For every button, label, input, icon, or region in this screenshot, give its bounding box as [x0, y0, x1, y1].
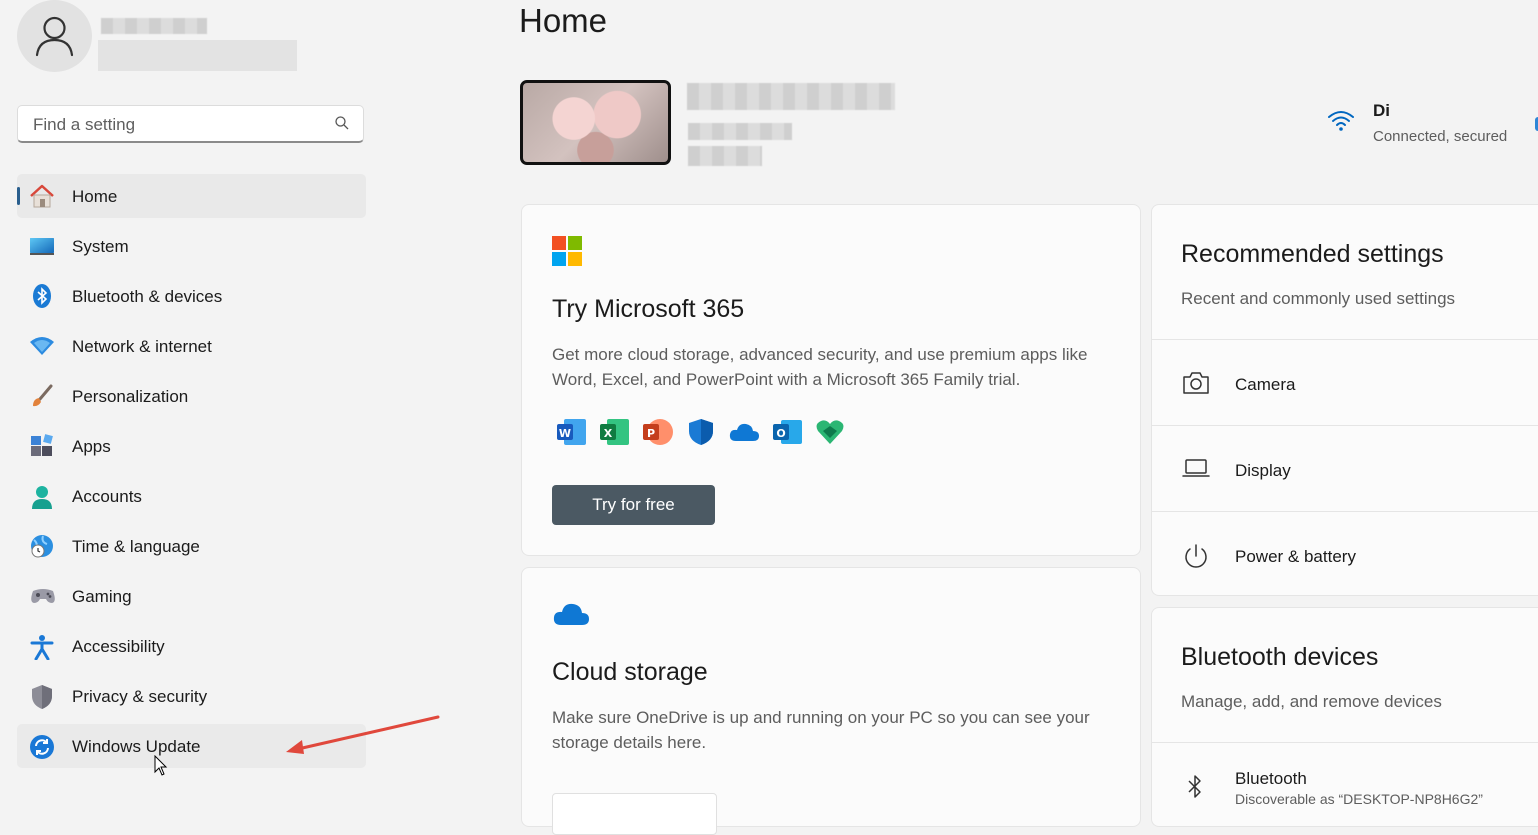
svg-text:O: O — [776, 427, 785, 440]
sync-icon — [29, 734, 54, 759]
family-icon — [816, 420, 844, 444]
annotation-arrow — [286, 715, 440, 754]
mouse-cursor-icon — [154, 755, 168, 776]
device-rename-redacted — [688, 146, 762, 166]
sidebar-item-label: System — [72, 237, 129, 256]
sidebar-item-network-internet[interactable]: Network & internet — [17, 324, 366, 368]
bluetooth-icon — [1185, 773, 1205, 806]
sidebar-item-label: Network & internet — [72, 337, 212, 356]
card-title: Recommended settings — [1181, 240, 1444, 268]
display-icon — [1182, 457, 1210, 484]
wifi-diamond-icon — [29, 334, 54, 358]
recommended-item-display[interactable]: Display — [1152, 425, 1538, 511]
word-icon: W — [557, 419, 586, 445]
sidebar-item-bluetooth-devices[interactable]: Bluetooth & devices — [17, 274, 366, 318]
sidebar-item-label: Gaming — [72, 587, 132, 606]
powerpoint-icon: P — [643, 419, 673, 445]
device-model-redacted — [688, 123, 792, 140]
card-title: Try Microsoft 365 — [552, 295, 745, 323]
card-subtitle: Manage, add, and remove devices — [1181, 692, 1442, 711]
apps-icon — [29, 434, 53, 458]
user-avatar[interactable] — [17, 0, 92, 72]
bluetooth-icon — [29, 284, 53, 308]
sidebar-item-accounts[interactable]: Accounts — [17, 474, 366, 518]
accessibility-icon — [29, 634, 54, 661]
sidebar-item-apps[interactable]: Apps — [17, 424, 366, 468]
bluetooth-toggle-row[interactable]: Bluetooth Discoverable as “DESKTOP-NP8H6… — [1152, 742, 1538, 828]
selected-indicator — [17, 187, 20, 205]
camera-icon — [1182, 371, 1210, 400]
bluetooth-devices-card: Bluetooth devices Manage, add, and remov… — [1151, 607, 1538, 827]
cloud-storage-action-button[interactable] — [552, 793, 717, 835]
sidebar-item-label: Accounts — [72, 487, 142, 506]
search-box[interactable] — [17, 105, 364, 144]
outlook-icon: O — [773, 420, 802, 444]
card-description: Get more cloud storage, advanced securit… — [552, 345, 1088, 389]
user-name-redacted — [101, 18, 207, 34]
sidebar-item-time-language[interactable]: Time & language — [17, 524, 366, 568]
sidebar-item-label: Accessibility — [72, 637, 165, 656]
defender-icon — [689, 419, 713, 445]
globe-clock-icon — [29, 534, 53, 558]
sidebar-item-label: Personalization — [72, 387, 189, 406]
excel-icon: X — [600, 419, 629, 445]
account-icon — [29, 484, 53, 509]
sidebar-item-label: Home — [72, 187, 118, 206]
cloud-storage-card: Cloud storage Make sure OneDrive is up a… — [521, 567, 1141, 835]
sidebar-item-gaming[interactable]: Gaming — [17, 574, 366, 618]
sidebar-item-system[interactable]: System — [17, 224, 366, 268]
desktop-wallpaper-thumbnail[interactable] — [520, 80, 671, 165]
sidebar-item-accessibility[interactable]: Accessibility — [17, 624, 366, 668]
search-icon[interactable] — [335, 116, 349, 135]
user-email-redacted — [98, 40, 297, 71]
microsoft-logo-icon — [552, 236, 582, 271]
card-subtitle: Recent and commonly used settings — [1181, 289, 1456, 308]
m365-app-icons: W X P O — [556, 417, 856, 447]
monitor-icon — [29, 234, 54, 258]
try-for-free-button[interactable]: Try for free — [552, 485, 715, 525]
card-title: Cloud storage — [552, 658, 708, 686]
person-icon — [35, 16, 74, 57]
onedrive-cloud-icon — [552, 601, 590, 632]
sidebar-item-label: Time & language — [72, 537, 200, 556]
onedrive-icon — [729, 423, 759, 441]
card-title: Bluetooth devices — [1181, 643, 1379, 671]
sidebar-item-label: Apps — [72, 437, 111, 456]
gamepad-icon — [29, 584, 55, 608]
sidebar-item-label: Windows Update — [72, 737, 201, 756]
sidebar-item-label: Bluetooth & devices — [72, 287, 223, 306]
recommended-item-label: Power & battery — [1235, 547, 1356, 566]
svg-text:W: W — [559, 427, 571, 440]
home-icon — [29, 184, 54, 208]
page-title: Home — [519, 2, 608, 39]
card-description: Make sure OneDrive is up and running on … — [552, 708, 1090, 752]
network-name[interactable]: Di — [1373, 101, 1390, 121]
recommended-item-camera[interactable]: Camera — [1152, 339, 1538, 425]
sidebar-item-label: Privacy & security — [72, 687, 208, 706]
recommended-item-power-battery[interactable]: Power & battery — [1152, 511, 1538, 597]
bluetooth-label: Bluetooth — [1235, 769, 1307, 788]
shield-icon — [29, 684, 53, 709]
brush-icon — [29, 384, 53, 408]
sidebar-item-personalization[interactable]: Personalization — [17, 374, 366, 418]
recommended-item-label: Camera — [1235, 375, 1296, 394]
bluetooth-status: Discoverable as “DESKTOP-NP8H6G2” — [1235, 791, 1483, 807]
power-icon — [1182, 543, 1210, 576]
svg-text:X: X — [604, 427, 613, 440]
recommended-item-label: Display — [1235, 461, 1291, 480]
network-status: Connected, secured — [1373, 128, 1508, 145]
sidebar-item-home[interactable]: Home — [17, 174, 366, 218]
search-input[interactable] — [31, 106, 335, 144]
device-name-redacted — [687, 83, 895, 110]
recommended-settings-card: Recommended settings Recent and commonly… — [1151, 204, 1538, 596]
svg-text:P: P — [647, 427, 655, 440]
microsoft-365-card: Try Microsoft 365 Get more cloud storage… — [521, 204, 1141, 556]
wifi-icon — [1327, 108, 1355, 137]
